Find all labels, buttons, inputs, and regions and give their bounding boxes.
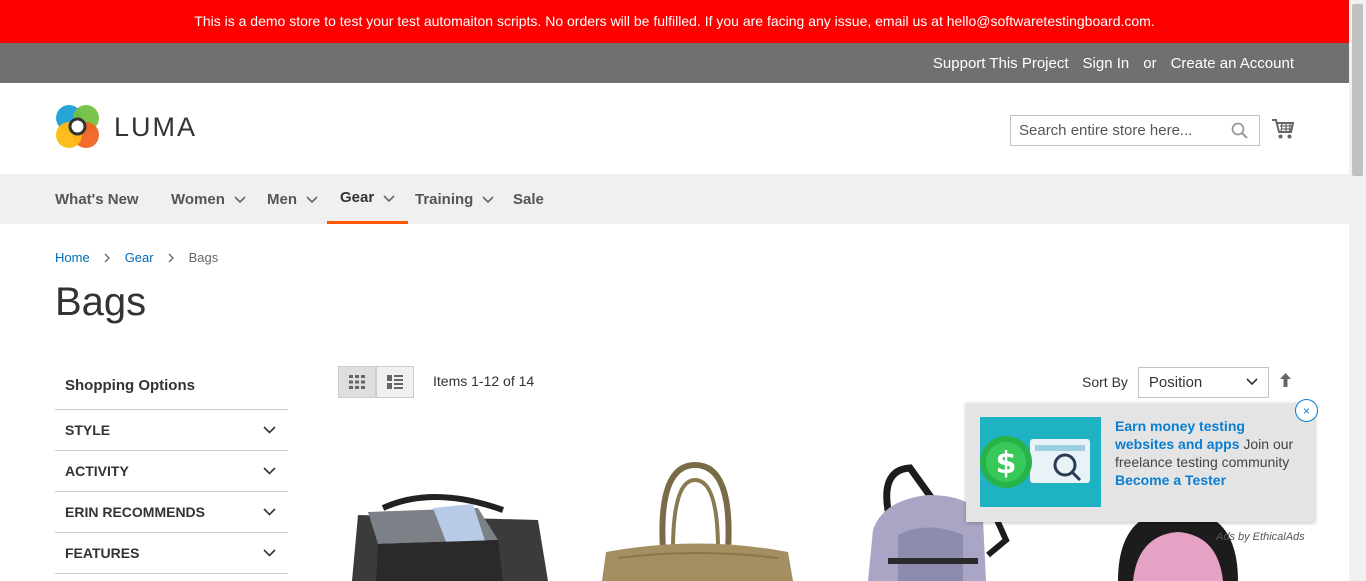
nav-item-label: Sale (513, 190, 544, 208)
nav-item-whats-new[interactable]: What's New (55, 174, 139, 224)
filter-label: STYLE (65, 422, 111, 438)
sort-by-value: Position (1148, 373, 1203, 391)
breadcrumb: Home Gear Bags (55, 250, 218, 265)
close-icon[interactable]: × (1295, 399, 1318, 422)
list-view-button[interactable] (376, 366, 414, 398)
search-box (1010, 115, 1260, 146)
luma-logo-icon (56, 105, 99, 148)
chevron-right-icon (104, 253, 110, 262)
breadcrumb-gear-link[interactable]: Gear (125, 250, 154, 265)
chevron-down-icon (234, 196, 246, 204)
cart-icon[interactable] (1271, 118, 1295, 145)
product-image-tote-bag[interactable] (588, 440, 818, 581)
chevron-right-icon (168, 253, 174, 262)
sort-by-label: Sort By (1082, 374, 1128, 390)
filter-features[interactable]: FEATURES (55, 533, 288, 574)
view-mode-switcher (338, 366, 414, 398)
list-icon (387, 375, 403, 389)
nav-item-gear[interactable]: Gear (327, 174, 409, 224)
ad-credit-link[interactable]: Ads by EthicalAds (1216, 531, 1305, 543)
filter-label: FEATURES (65, 545, 140, 561)
logo-text: LUMA (114, 111, 198, 142)
ad-image[interactable]: $ (980, 417, 1101, 507)
items-count: Items 1-12 of 14 (433, 373, 535, 389)
nav-item-men[interactable]: Men (267, 174, 318, 224)
nav-item-label: Gear (340, 189, 375, 206)
site-header: LUMA (0, 83, 1349, 174)
main-nav: What's New Women Men Gear Training Sale (0, 174, 1349, 224)
shopping-options-sidebar: Shopping Options STYLE ACTIVITY ERIN REC… (55, 362, 288, 574)
nav-item-training[interactable]: Training (415, 174, 494, 224)
sign-in-link[interactable]: Sign In (1083, 55, 1130, 72)
scrollbar-thumb[interactable] (1352, 4, 1363, 176)
top-links-bar: Support This Project Sign In or Create a… (0, 43, 1349, 83)
chevron-down-icon (263, 426, 276, 434)
grid-icon (349, 375, 365, 389)
chevron-down-icon (263, 549, 276, 557)
filter-label: ERIN RECOMMENDS (65, 504, 206, 520)
page-scrollbar[interactable] (1349, 0, 1366, 581)
support-project-link[interactable]: Support This Project (933, 55, 1069, 72)
chevron-down-icon (1246, 378, 1258, 386)
breadcrumb-current: Bags (188, 250, 219, 265)
chevron-down-icon (306, 196, 318, 204)
filter-erin-recommends[interactable]: ERIN RECOMMENDS (55, 492, 288, 533)
product-image-messenger-bag[interactable] (338, 440, 568, 581)
filter-activity[interactable]: ACTIVITY (55, 451, 288, 492)
sort-direction-arrow-up-icon[interactable] (1279, 372, 1292, 393)
demo-notice-bar: This is a demo store to test your test a… (0, 0, 1349, 43)
shopping-options-title: Shopping Options (55, 362, 288, 410)
ethical-ad-popup: $ Earn money testing websites and apps J… (966, 399, 1318, 522)
or-separator: or (1143, 54, 1157, 72)
nav-item-label: Men (267, 190, 297, 208)
luma-logo[interactable]: LUMA (55, 105, 197, 149)
chevron-down-icon (482, 196, 494, 204)
create-account-link[interactable]: Create an Account (1171, 55, 1294, 72)
filter-label: ACTIVITY (65, 463, 129, 479)
ad-text: Earn money testing websites and apps Joi… (1115, 417, 1305, 489)
chevron-down-icon (263, 508, 276, 516)
search-input[interactable] (1011, 116, 1221, 145)
sorter: Sort By Position (1082, 366, 1292, 398)
nav-item-label: What's New (55, 190, 139, 208)
filter-style[interactable]: STYLE (55, 410, 288, 451)
search-icon[interactable] (1231, 122, 1249, 145)
nav-item-label: Women (171, 190, 225, 208)
ad-cta-link[interactable]: Become a Tester (1115, 472, 1226, 488)
page-title: Bags (55, 280, 147, 324)
nav-item-sale[interactable]: Sale (513, 174, 544, 224)
chevron-down-icon (383, 194, 395, 202)
sort-by-select[interactable]: Position (1137, 366, 1269, 398)
demo-notice-text: This is a demo store to test your test a… (194, 13, 1155, 29)
chevron-down-icon (263, 467, 276, 475)
nav-item-women[interactable]: Women (171, 174, 246, 224)
ad-headline-link[interactable]: Earn money testing websites and apps (1115, 418, 1245, 452)
svg-text:$: $ (996, 446, 1017, 481)
nav-item-label: Training (415, 190, 474, 208)
grid-view-button[interactable] (338, 366, 376, 398)
breadcrumb-home-link[interactable]: Home (55, 250, 90, 265)
